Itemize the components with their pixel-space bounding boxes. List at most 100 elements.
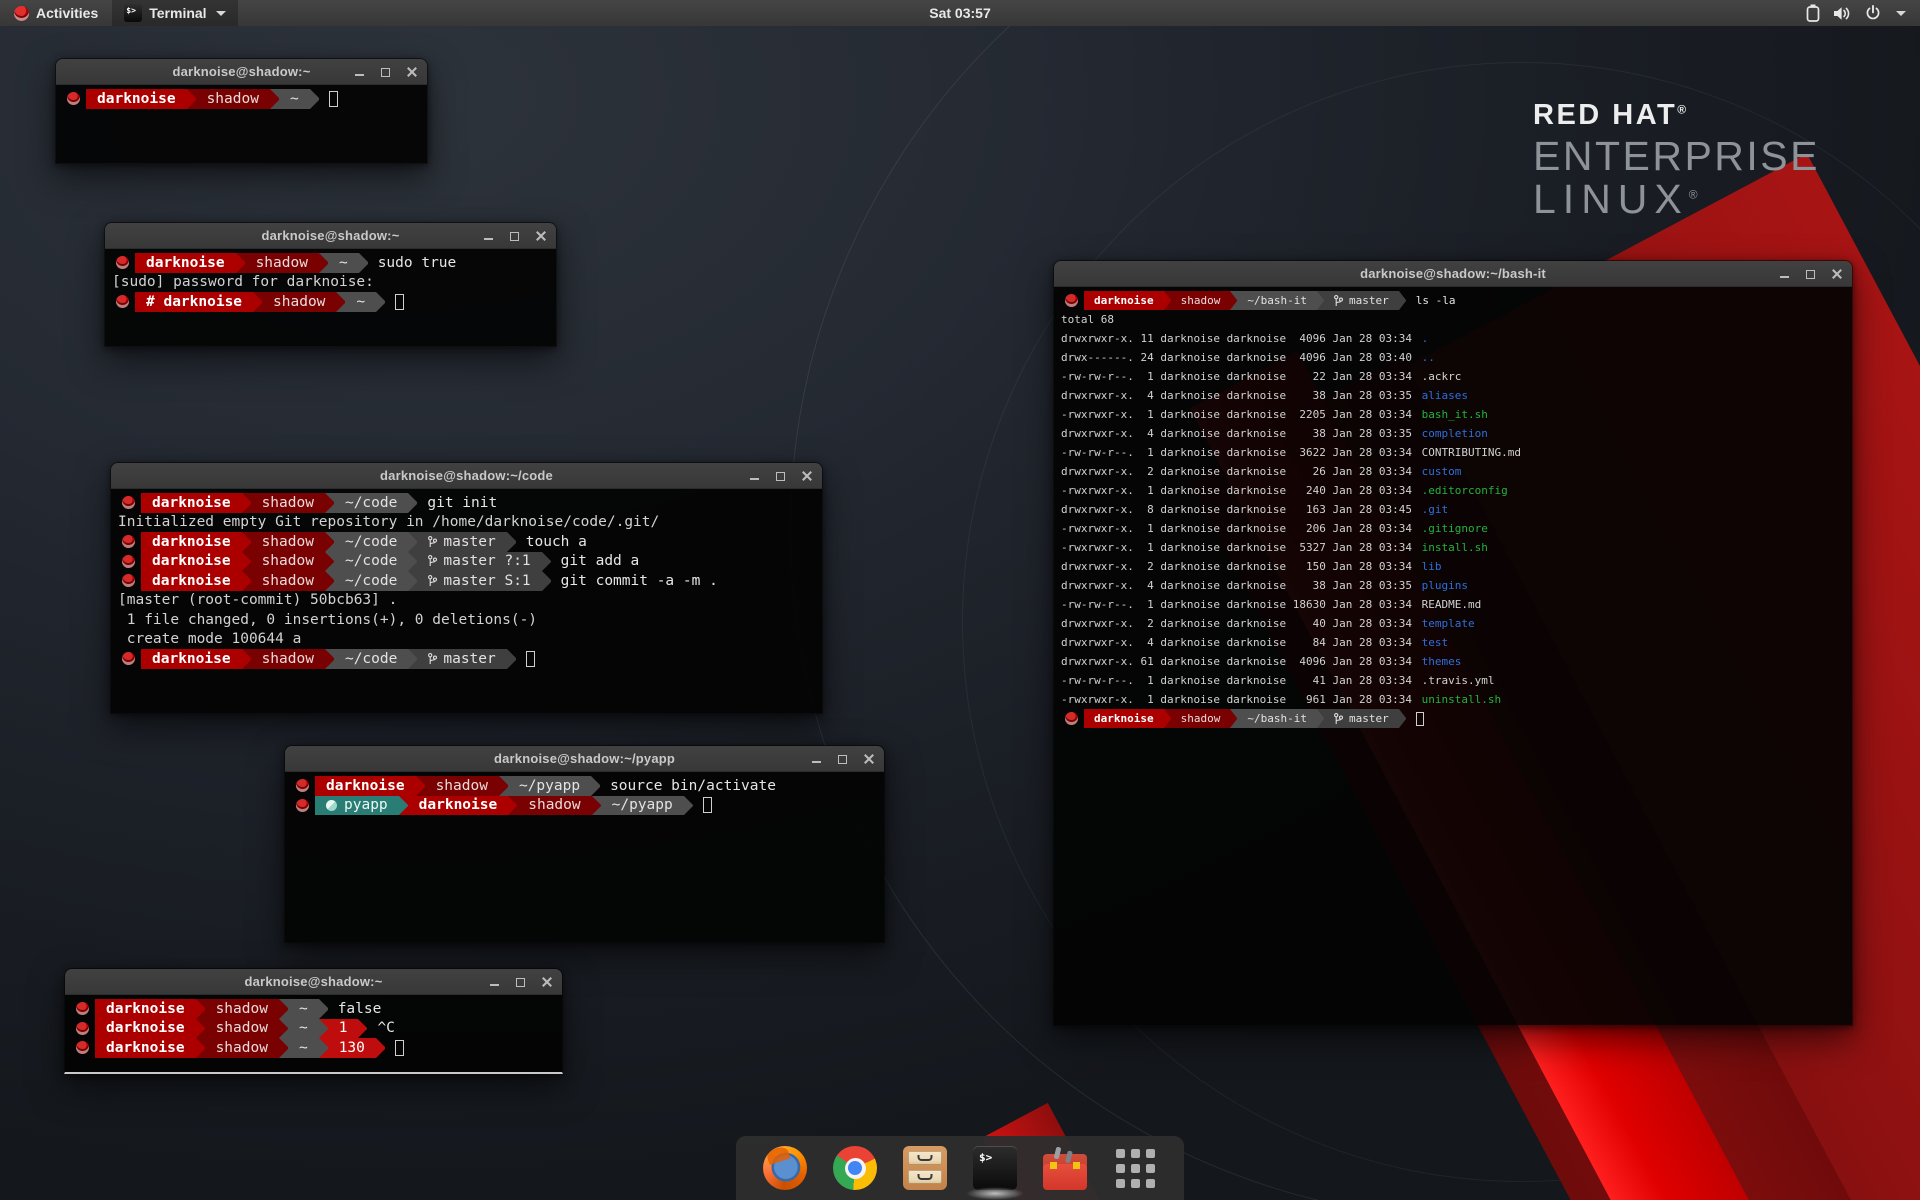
terminal-window-sudo[interactable]: darknoise@shadow:~ darknoiseshadow~sudo … [104,222,557,347]
terminal-window-code[interactable]: darknoise@shadow:~/code darknoiseshadow~… [110,462,823,714]
terminal-content[interactable]: darknoiseshadow~sudo true[sudo] password… [105,249,556,346]
minimize-button[interactable] [810,753,823,766]
output-text: CONTRIBUTING.md [1419,443,1521,462]
terminal-line: -rw-rw-r--. 1 darknoise darknoise 41 Jan… [1058,671,1847,690]
terminal-app-icon: $> [124,4,142,22]
powerline-separator [310,89,319,109]
close-button[interactable] [1830,268,1843,281]
window-titlebar[interactable]: darknoise@shadow:~/bash-it [1054,261,1852,287]
clock[interactable]: Sat 03:57 [919,0,1000,26]
git-branch-icon [428,575,437,587]
maximize-button[interactable] [774,470,787,483]
terminal-line: drwxrwxr-x. 4 darknoise darknoise 84 Jan… [1058,633,1847,652]
prompt-segment-host: shadow [251,532,325,552]
output-text: drwxrwxr-x. 11 darknoise darknoise 4096 … [1058,329,1419,348]
powerline-separator [499,776,508,796]
terminal-line: darknoiseshadow~/codegit init [115,493,817,513]
output-text: create mode 100644 a [115,630,301,650]
prompt-segment-path: ~/bash-it [1237,709,1317,728]
output-text: .editorconfig [1419,481,1508,500]
powerline-separator [242,571,251,591]
minimize-button[interactable] [488,976,501,989]
files-icon [903,1146,947,1190]
app-grid-icon [1113,1146,1157,1190]
activities-label: Activities [36,5,98,21]
window-titlebar[interactable]: darknoise@shadow:~ [56,59,427,85]
window-titlebar[interactable]: darknoise@shadow:~ [65,969,562,995]
output-text: [master (root-commit) 50bcb63] . [115,591,397,611]
close-button[interactable] [862,753,875,766]
prompt-segment-path: ~ [279,89,310,109]
output-text: aliases [1419,386,1468,405]
minimize-button[interactable] [1778,268,1791,281]
window-titlebar[interactable]: darknoise@shadow:~/pyapp [285,746,884,772]
minimize-button[interactable] [748,470,761,483]
powerline-separator [196,999,205,1019]
prompt-segment-host: shadow [205,1038,279,1058]
maximize-button[interactable] [379,66,392,79]
dock-item-firefox[interactable] [762,1145,808,1191]
powerline-separator [408,571,417,591]
prompt-segment-path: ~ [328,253,359,273]
terminal-content[interactable]: darknoiseshadow~/pyappsource bin/activat… [285,772,884,942]
redhat-logo-icon [14,6,29,21]
powerline-separator [196,1038,205,1058]
window-titlebar[interactable]: darknoise@shadow:~/code [111,463,822,489]
terminal-line: darknoiseshadow~1^C [69,1019,557,1039]
app-menu-label: Terminal [149,5,206,21]
prompt-segment-user: darknoise [95,1038,196,1058]
terminal-content[interactable]: darknoiseshadow~falsedarknoiseshadow~1^C… [65,995,562,1072]
app-menu-terminal[interactable]: $> Terminal [112,0,237,26]
activities-button[interactable]: Activities [0,0,112,26]
python-venv-icon [326,800,337,811]
dock-item-files[interactable] [902,1145,948,1191]
output-text: drwxrwxr-x. 2 darknoise darknoise 150 Ja… [1058,557,1419,576]
terminal-line: -rwxrwxr-x. 1 darknoise darknoise 240 Ja… [1058,481,1847,500]
prompt-segment-git: master S:1 [417,571,541,591]
prompt-segment-git: master [417,532,506,552]
close-button[interactable] [405,66,418,79]
terminal-window-pyapp[interactable]: darknoise@shadow:~/pyapp darknoiseshadow… [284,745,885,943]
window-titlebar[interactable]: darknoise@shadow:~ [105,223,556,249]
powerline-separator [591,776,600,796]
maximize-button[interactable] [836,753,849,766]
redhat-branding: RED HAT® ENTERPRISE LINUX® [1533,100,1820,222]
minimize-button[interactable] [482,230,495,243]
powerline-separator [1230,291,1237,310]
minimize-button[interactable] [353,66,366,79]
powerline-separator [1317,291,1324,310]
output-text: themes [1419,652,1462,671]
dock-item-app-grid[interactable] [1112,1145,1158,1191]
close-button[interactable] [534,230,547,243]
powerline-separator [279,999,288,1019]
terminal-line: drwxrwxr-x. 8 darknoise darknoise 163 Ja… [1058,500,1847,519]
output-text: uninstall.sh [1419,690,1501,709]
dock-item-chrome[interactable] [832,1145,878,1191]
dock-item-toolbox[interactable] [1042,1145,1088,1191]
redhat-prompt-icon [60,89,86,109]
system-tray[interactable] [1792,0,1920,26]
terminal-line: -rwxrwxr-x. 1 darknoise darknoise 961 Ja… [1058,690,1847,709]
close-button[interactable] [540,976,553,989]
maximize-button[interactable] [508,230,521,243]
terminal-content[interactable]: darknoiseshadow~ [56,85,427,163]
dock-item-terminal[interactable] [972,1145,1018,1191]
powerline-separator [1317,709,1324,728]
terminal-line: drwx------. 24 darknoise darknoise 4096 … [1058,348,1847,367]
redhat-prompt-icon [109,292,135,312]
terminal-line: drwxrwxr-x. 4 darknoise darknoise 38 Jan… [1058,386,1847,405]
close-button[interactable] [800,470,813,483]
terminal-window-bash-it[interactable]: darknoise@shadow:~/bash-it darknoiseshad… [1053,260,1853,1026]
prompt-segment-venv: pyapp [315,796,399,816]
terminal-content[interactable]: darknoiseshadow~/bash-itmasterls -latota… [1054,287,1852,1025]
output-text: test [1419,633,1449,652]
maximize-button[interactable] [514,976,527,989]
terminal-line: drwxrwxr-x. 4 darknoise darknoise 38 Jan… [1058,424,1847,443]
terminal-window-exitcodes[interactable]: darknoise@shadow:~ darknoiseshadow~false… [64,968,563,1074]
output-text: drwxrwxr-x. 8 darknoise darknoise 163 Ja… [1058,500,1419,519]
terminal-window-home-small[interactable]: darknoise@shadow:~ darknoiseshadow~ [55,58,428,164]
powerline-separator [507,649,516,669]
terminal-content[interactable]: darknoiseshadow~/codegit initInitialized… [111,489,822,713]
maximize-button[interactable] [1804,268,1817,281]
redhat-prompt-icon [109,253,135,273]
